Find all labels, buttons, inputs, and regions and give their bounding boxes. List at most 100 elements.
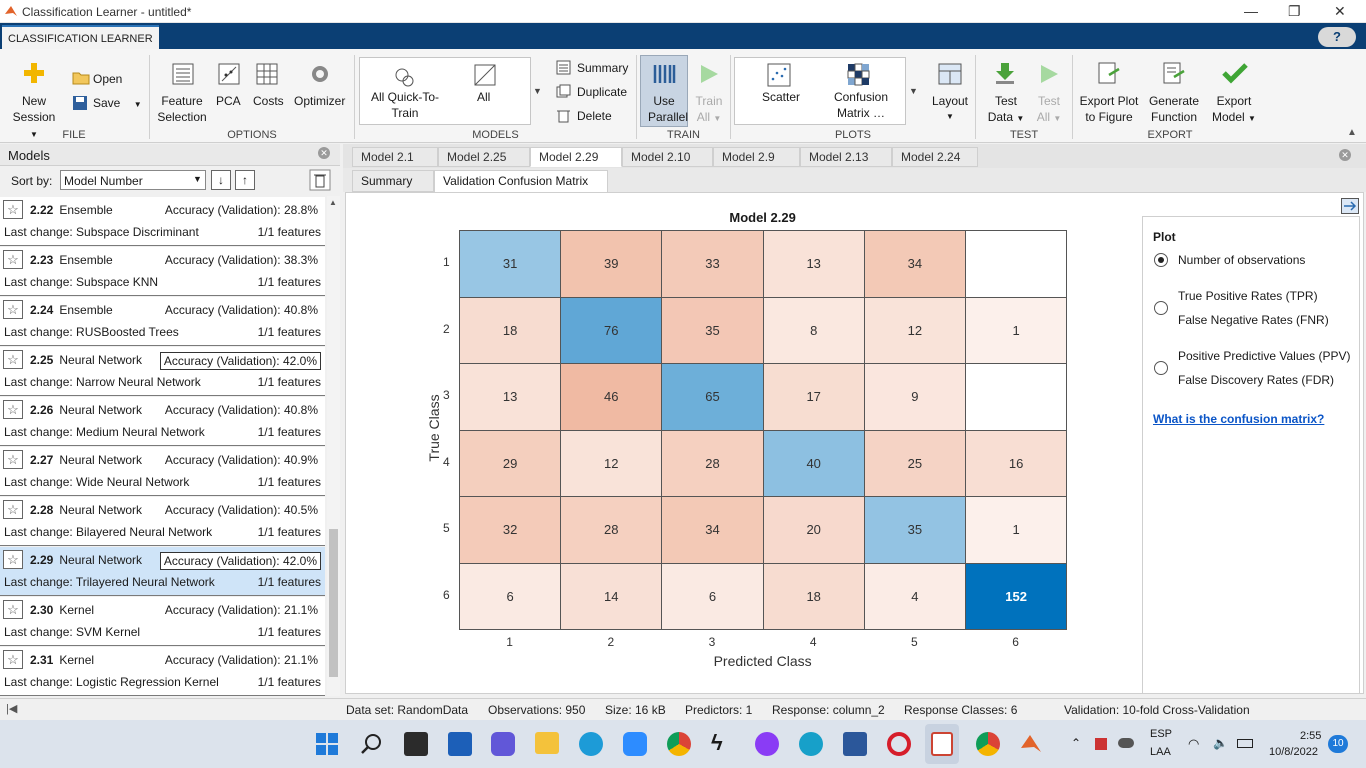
tab-model[interactable]: Model 2.10 [622,147,713,167]
costs-button[interactable]: Costs [253,93,284,109]
open-button[interactable]: Open [93,71,122,87]
panel-close-icon[interactable]: ✕ [318,147,330,159]
test-all-button[interactable]: Test All ▼ [1034,93,1064,127]
collapse-left-icon[interactable]: |◀ [6,702,17,715]
favorite-star-icon[interactable]: ☆ [3,500,23,519]
tab-validation-confusion-matrix[interactable]: Validation Confusion Matrix × [434,170,608,202]
tab-model[interactable]: Model 2.25 [438,147,530,167]
export-plot-button[interactable]: Export Plot to Figure [1078,93,1140,125]
keyboard-layout-indicator[interactable]: LAA [1150,746,1171,758]
scrollbar-thumb[interactable] [329,529,338,677]
help-button[interactable]: ? [1318,27,1356,47]
model-list-item[interactable]: ☆ 2.31 Kernel Accuracy (Validation): 21.1% L… [0,647,325,696]
edge-browser-icon[interactable] [579,732,603,756]
file-explorer-icon[interactable] [535,732,559,754]
favorite-star-icon[interactable]: ☆ [3,650,23,669]
snipping-tool-icon[interactable] [931,732,953,756]
favorite-star-icon[interactable]: ☆ [3,200,23,219]
tab-summary[interactable]: Summary × [352,170,434,202]
pca-button[interactable]: PCA [216,93,241,109]
test-data-button[interactable]: Test Data ▼ [986,93,1026,127]
wifi-icon[interactable]: ◠ [1188,736,1199,752]
battery-icon[interactable] [1237,739,1253,748]
model-list-item[interactable]: ☆ 2.25 Neural Network Accuracy (Validation)… [0,347,325,396]
model-list-item[interactable]: ☆ 2.27 Neural Network Accuracy (Validation)… [0,447,325,496]
doc-close-icon[interactable]: ✕ [1339,149,1351,161]
language-indicator[interactable]: ESP [1150,728,1172,740]
delete-button[interactable]: Delete [577,108,612,124]
model-list-item[interactable]: ☆ 2.28 Neural Network Accuracy (Validation)… [0,497,325,546]
favorite-star-icon[interactable]: ☆ [3,550,23,569]
matlab-taskbar-icon[interactable] [1019,732,1043,756]
confusion-matrix-button[interactable]: Confusion Matrix … [830,89,892,121]
widgets-icon[interactable] [448,732,472,756]
favorite-star-icon[interactable]: ☆ [3,600,23,619]
save-button[interactable]: Save ▼ [93,95,142,113]
tab-classification-learner[interactable]: CLASSIFICATION LEARNER [2,25,159,49]
summary-button[interactable]: Summary [577,60,628,76]
export-model-button[interactable]: Export Model ▼ [1208,93,1260,127]
tab-model[interactable]: Model 2.1 [352,147,438,167]
sort-select[interactable]: Model Number ▼ [60,170,206,190]
sort-descending-button[interactable]: ↓ [211,170,231,190]
feature-selection-button[interactable]: Feature Selection [156,93,208,125]
onedrive-cloud-icon[interactable] [1118,738,1134,748]
collapse-toolstrip-icon[interactable]: ▲ [1347,125,1357,141]
tab-model[interactable]: Model 2.13 [800,147,892,167]
messenger-icon[interactable] [755,732,779,756]
model-list-item[interactable]: ☆ 2.22 Ensemble Accuracy (Validation): 28.8… [0,197,325,246]
radio-number-of-observations[interactable] [1154,253,1168,267]
all-quick-to-train-button[interactable]: All Quick-To- Train [367,89,443,121]
close-button[interactable]: ✕ [1334,3,1346,20]
model-list-item[interactable]: ☆ 2.29 Neural Network Accuracy (Validation)… [0,547,325,596]
plots-gallery-expand-icon[interactable]: ▼ [909,83,918,99]
layout-button[interactable]: Layout ▼ [931,93,969,125]
app-s-icon[interactable]: ϟ [711,730,723,756]
radio-tpr-fnr[interactable] [1154,301,1168,315]
gallery-expand-icon[interactable]: ▼ [533,83,542,99]
scatter-button[interactable]: Scatter [762,89,800,105]
volume-icon[interactable]: 🔈 [1213,736,1228,750]
tray-app-icon[interactable] [1095,738,1107,750]
clock-date[interactable]: 10/8/2022 [1269,746,1318,758]
sort-ascending-button[interactable]: ↑ [235,170,255,190]
confusion-help-link[interactable]: What is the confusion matrix? [1153,412,1324,426]
clock-time[interactable]: 2:55 [1300,730,1321,742]
minimize-button[interactable]: — [1244,3,1258,19]
notification-badge[interactable]: 10 [1328,735,1348,753]
opera-icon[interactable] [887,732,911,756]
generate-function-button[interactable]: Generate Function [1146,93,1202,125]
favorite-star-icon[interactable]: ☆ [3,250,23,269]
zoom-icon[interactable] [623,732,647,756]
favorite-star-icon[interactable]: ☆ [3,350,23,369]
model-list-scrollbar[interactable]: ▲ [327,196,340,696]
canva-icon[interactable] [799,732,823,756]
model-list-item[interactable]: ☆ 2.26 Neural Network Accuracy (Validation)… [0,397,325,446]
word-icon[interactable] [843,732,867,756]
teams-chat-icon[interactable] [491,732,515,756]
favorite-star-icon[interactable]: ☆ [3,300,23,319]
favorite-star-icon[interactable]: ☆ [3,400,23,419]
train-all-button[interactable]: Train All ▼ [694,93,724,127]
optimizer-button[interactable]: Optimizer [294,93,345,109]
search-icon[interactable] [360,732,384,756]
model-list-item[interactable]: ☆ 2.24 Ensemble Accuracy (Validation): 40.8… [0,297,325,346]
delete-model-trash-icon[interactable] [309,169,331,191]
task-view-icon[interactable] [404,732,428,756]
windows-start-icon[interactable] [315,732,339,756]
tray-chevron-up-icon[interactable]: ⌃ [1071,736,1081,750]
favorite-star-icon[interactable]: ☆ [3,450,23,469]
chrome-profile-icon[interactable] [976,732,1000,756]
model-list-item[interactable]: ☆ 2.23 Ensemble Accuracy (Validation): 38.3… [0,247,325,296]
undock-arrow-icon[interactable] [1341,198,1359,214]
radio-ppv-fdr[interactable] [1154,361,1168,375]
tab-model[interactable]: Model 2.9 [713,147,800,167]
duplicate-button[interactable]: Duplicate [577,84,627,100]
restore-button[interactable]: ❐ [1288,3,1301,20]
tab-model[interactable]: Model 2.24 [892,147,978,167]
scroll-up-icon[interactable]: ▲ [329,198,337,207]
all-models-button[interactable]: All [477,89,490,105]
tab-model[interactable]: Model 2.29 [530,147,622,167]
model-list-item[interactable]: ☆ 2.30 Kernel Accuracy (Validation): 21.1% L… [0,597,325,646]
chrome-icon[interactable] [667,732,691,756]
